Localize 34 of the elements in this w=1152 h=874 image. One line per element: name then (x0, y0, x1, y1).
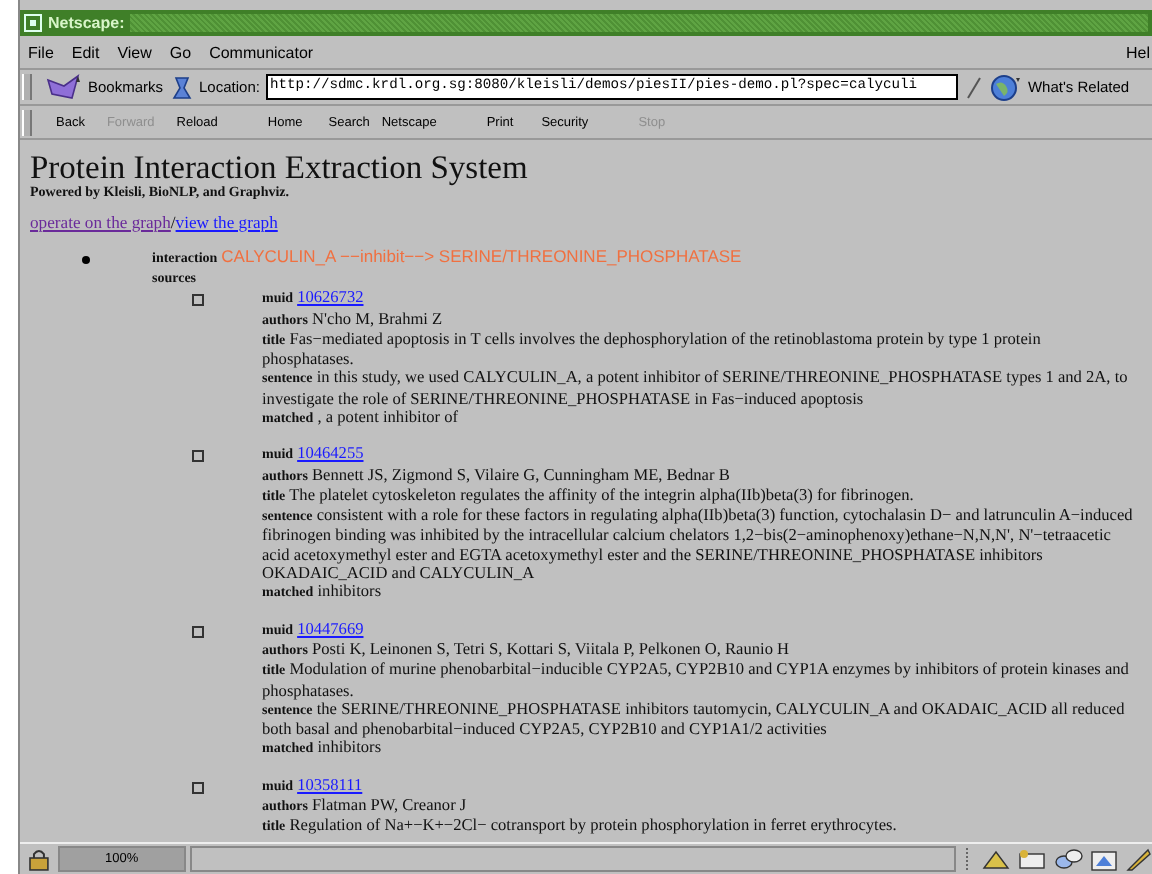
muid-link[interactable]: 10626732 (297, 288, 364, 307)
interaction-value: CALYCULIN_A −−inhibit−−> SERINE/THREONINE_PHOSPHATASE (221, 246, 742, 267)
bookmark-icon[interactable] (46, 73, 82, 101)
lock-icon[interactable] (26, 847, 54, 871)
window-menu-icon[interactable] (24, 14, 42, 32)
menu-item[interactable]: View (117, 43, 152, 61)
mail-icon[interactable] (1016, 847, 1048, 871)
navigator-icon[interactable] (980, 847, 1012, 871)
bullet-icon (82, 256, 90, 265)
square-bullet-icon (192, 625, 204, 638)
link-separator: / (170, 212, 176, 232)
dropdown-icon[interactable] (965, 75, 982, 99)
discussion-icon[interactable] (1052, 847, 1084, 871)
window-title: Netscape: (48, 14, 125, 32)
toolbar-grip[interactable] (22, 74, 32, 100)
menu-item[interactable]: File (28, 43, 54, 61)
composer-icon[interactable] (1088, 847, 1120, 871)
globe-icon[interactable] (989, 73, 1022, 101)
page-heading: Protein Interaction Extraction System (30, 150, 530, 184)
square-bullet-icon (192, 781, 204, 794)
muid-link[interactable]: 10358111 (297, 775, 363, 794)
menu-item[interactable]: Communicator (209, 43, 314, 61)
menu-item[interactable]: Go (169, 43, 192, 61)
pencil-icon[interactable] (1124, 847, 1152, 871)
graph-link[interactable]: view the graph (175, 212, 278, 232)
menu-item[interactable]: Hel (1125, 43, 1150, 61)
square-bullet-icon (192, 450, 204, 463)
toolbar-grip[interactable] (22, 109, 32, 135)
muid-link[interactable]: 10464255 (297, 444, 364, 463)
graph-link[interactable]: operate on the graph (30, 212, 171, 232)
menu-item[interactable]: Edit (71, 43, 100, 61)
location-icon (169, 73, 194, 101)
muid-link[interactable]: 10447669 (297, 619, 364, 638)
square-bullet-icon (192, 294, 204, 307)
